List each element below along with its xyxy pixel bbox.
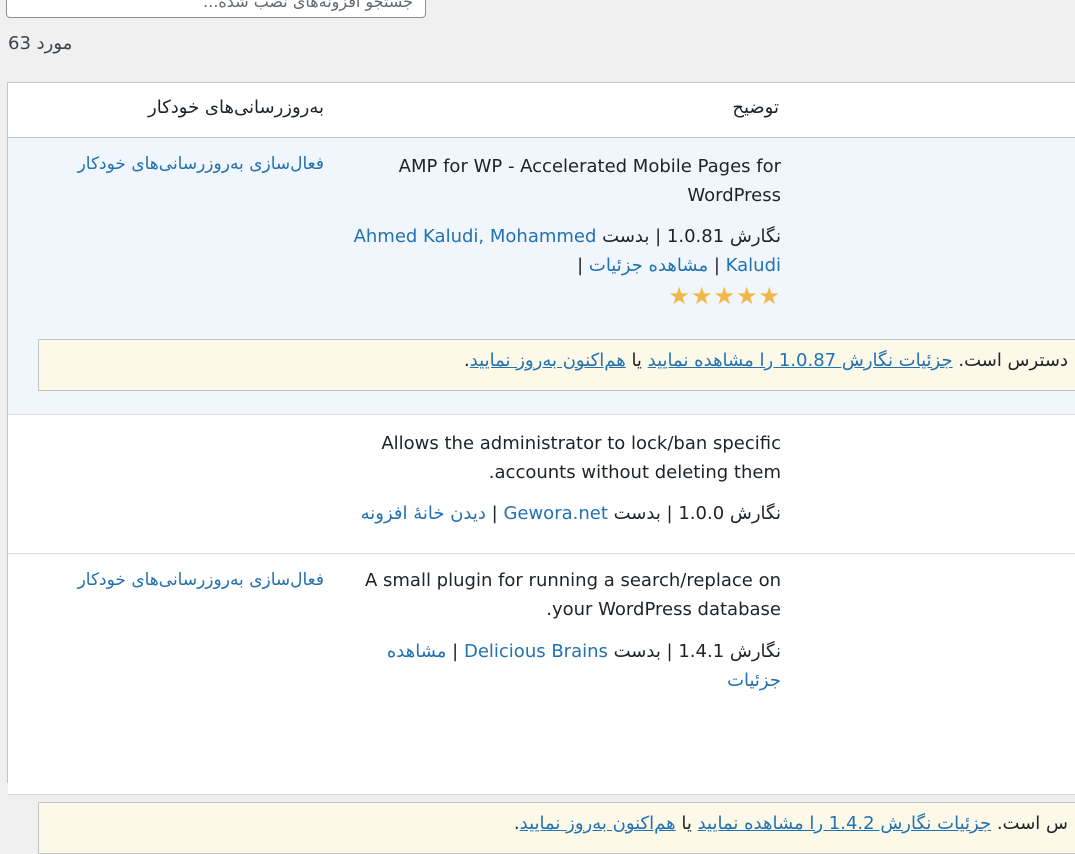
notice-prefix: دسترس است. <box>958 350 1068 371</box>
update-notice: دسترس است. جزئیات نگارش 1.0.87 را مشاهده… <box>38 339 1075 391</box>
separator: | <box>577 255 584 276</box>
version-text: نگارش 1.0.0 | بدست <box>613 503 781 524</box>
rating-stars: ★★★★★ <box>668 282 781 310</box>
plugin-meta: نگارش 1.0.81 | بدست Ahmed Kaludi, Mohamm… <box>351 222 781 280</box>
search-input[interactable]: جستجو افزونه‌های نصب شده... <box>6 0 426 18</box>
update-now-link[interactable]: هم‌اکنون به‌روز نمایید <box>470 350 626 371</box>
plugin-meta: نگارش 1.4.1 | بدست Delicious Brains | مش… <box>371 637 781 695</box>
notice-or: یا <box>681 813 692 834</box>
items-count: 63 مورد <box>8 33 73 54</box>
update-now-link[interactable]: هم‌اکنون به‌روز نمایید <box>520 813 676 834</box>
visit-plugin-site-link[interactable]: دیدن خانهٔ افزونه <box>361 503 486 524</box>
enable-auto-updates-link[interactable]: فعال‌سازی به‌روزرسانی‌های خودکار <box>8 570 324 590</box>
notice-or: یا <box>631 350 642 371</box>
update-notice: س است. جزئیات نگارش 1.4.2 را مشاهده نمای… <box>38 802 1075 854</box>
author-link[interactable]: Ahmed Kaludi, <box>354 226 485 247</box>
plugin-description: A small plugin for running a search/repl… <box>364 570 781 620</box>
author-link[interactable]: Delicious Brains <box>464 641 608 662</box>
separator: | <box>452 641 459 662</box>
plugin-meta: نگارش 1.0.0 | بدست Gewora.net | دیدن خان… <box>351 499 781 528</box>
version-text: نگارش 1.4.1 | بدست <box>613 641 781 662</box>
plugin-description: Allows the administrator to lock/ban spe… <box>381 433 781 483</box>
view-details-link[interactable]: مشاهده جزئیات <box>589 255 708 276</box>
view-version-details-link[interactable]: جزئیات نگارش 1.4.2 را مشاهده نمایید <box>698 813 992 834</box>
table-header: توضیح به‌روزرسانی‌های خودکار <box>8 83 1075 138</box>
version-text: نگارش 1.0.81 | بدست <box>602 226 781 247</box>
plugins-table: توضیح به‌روزرسانی‌های خودکار AMP for WP … <box>7 82 1075 854</box>
author-link[interactable]: Gewora.net <box>503 503 607 524</box>
table-row: AMP for WP - Accelerated Mobile Pages fo… <box>8 138 1075 415</box>
notice-prefix: س است. <box>996 813 1068 834</box>
view-version-details-link[interactable]: جزئیات نگارش 1.0.87 را مشاهده نمایید <box>648 350 953 371</box>
separator: | <box>491 503 498 524</box>
enable-auto-updates-link[interactable]: فعال‌سازی به‌روزرسانی‌های خودکار <box>8 154 324 174</box>
separator: | <box>713 255 720 276</box>
plugin-description: AMP for WP - Accelerated Mobile Pages fo… <box>398 156 781 206</box>
table-row: Allows the administrator to lock/ban spe… <box>8 415 1075 554</box>
column-header-auto-updates[interactable]: به‌روزرسانی‌های خودکار <box>8 97 324 118</box>
table-row: A small plugin for running a search/repl… <box>8 554 1075 854</box>
